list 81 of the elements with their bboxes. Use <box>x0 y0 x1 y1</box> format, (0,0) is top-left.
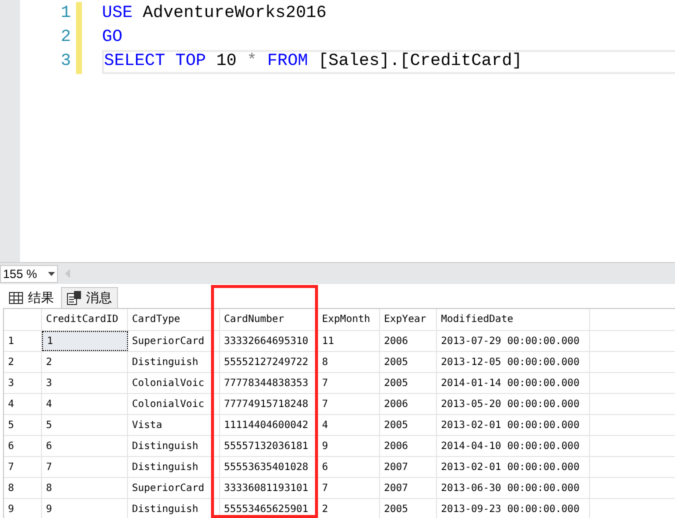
table-cell: 4 <box>318 415 380 435</box>
table-cell: 2005 <box>380 373 437 393</box>
table-cell: 55553635401028 <box>220 457 318 477</box>
column-header[interactable]: ExpYear <box>380 309 437 330</box>
row-number: 9 <box>4 499 42 518</box>
table-cell: 9 <box>318 436 380 456</box>
table-cell: 7 <box>318 394 380 414</box>
table-cell: 55552127249722 <box>220 352 318 372</box>
row-number: 5 <box>4 415 42 435</box>
line-number: 1 <box>60 3 72 26</box>
column-header[interactable]: ModifiedDate <box>437 309 590 330</box>
table-cell: 3 <box>42 373 128 393</box>
code-line: USE AdventureWorks2016 <box>102 3 328 26</box>
table-cell: 11114404600042 <box>220 415 318 435</box>
caret-icon <box>48 272 55 276</box>
change-marker <box>76 2 82 74</box>
table-cell: 9 <box>42 499 128 518</box>
document-icon <box>67 291 81 305</box>
table-cell: 33332664695310 <box>220 331 318 351</box>
column-header[interactable]: CardNumber <box>220 309 318 330</box>
row-number: 4 <box>4 394 42 414</box>
table-cell: 2014-01-14 00:00:00.000 <box>437 373 590 393</box>
column-header[interactable]: CardType <box>128 309 220 330</box>
table-cell: 2013-02-01 00:00:00.000 <box>437 415 590 435</box>
table-cell: 2006 <box>380 436 437 456</box>
row-number: 7 <box>4 457 42 477</box>
table-cell: 8 <box>318 352 380 372</box>
table-cell: 1 <box>42 331 128 351</box>
line-number: 2 <box>60 27 72 50</box>
table-cell: 2007 <box>380 457 437 477</box>
table-cell: SuperiorCard <box>128 478 220 498</box>
table-cell: 2013-02-01 00:00:00.000 <box>437 457 590 477</box>
scroll-left-icon[interactable] <box>65 269 70 278</box>
table-cell: 7 <box>42 457 128 477</box>
zoom-dropdown[interactable]: 155 % <box>0 264 58 282</box>
row-number: 3 <box>4 373 42 393</box>
table-cell: 2013-05-20 00:00:00.000 <box>437 394 590 414</box>
table-cell: 4 <box>42 394 128 414</box>
table-cell: 2013-12-05 00:00:00.000 <box>437 352 590 372</box>
row-number: 6 <box>4 436 42 456</box>
grid-icon <box>9 292 23 304</box>
table-cell: 2007 <box>380 478 437 498</box>
table-cell: 2006 <box>380 331 437 351</box>
table-cell: 2013-06-30 00:00:00.000 <box>437 478 590 498</box>
table-cell: 2005 <box>380 415 437 435</box>
table-cell: 7 <box>318 373 380 393</box>
table-cell: ColonialVoic <box>128 373 220 393</box>
table-cell: 2014-04-10 00:00:00.000 <box>437 436 590 456</box>
table-cell: 6 <box>318 457 380 477</box>
table-cell: 7 <box>318 478 380 498</box>
column-header[interactable]: CreditCardID <box>42 309 128 330</box>
table-cell: 2013-09-23 00:00:00.000 <box>437 499 590 518</box>
table-cell: 2006 <box>380 394 437 414</box>
table-cell: 2 <box>318 499 380 518</box>
column-header[interactable]: ExpMonth <box>318 309 380 330</box>
row-number: 8 <box>4 478 42 498</box>
line-number: 3 <box>60 51 72 74</box>
table-cell: 8 <box>42 478 128 498</box>
table-cell: 11 <box>318 331 380 351</box>
table-cell: Distinguish <box>128 352 220 372</box>
table-cell: Distinguish <box>128 436 220 456</box>
table-cell: 55553465625901 <box>220 499 318 518</box>
table-cell: 2 <box>42 352 128 372</box>
table-cell: 6 <box>42 436 128 456</box>
result-tab[interactable]: 消息 <box>61 287 118 308</box>
table-cell: 77774915718248 <box>220 394 318 414</box>
table-cell: Distinguish <box>128 457 220 477</box>
code-line: GO <box>102 27 124 50</box>
table-cell: SuperiorCard <box>128 331 220 351</box>
table-cell: Distinguish <box>128 499 220 518</box>
code-line: SELECT TOP 10 * FROM [Sales].[CreditCard] <box>102 50 675 74</box>
table-cell: ColonialVoic <box>128 394 220 414</box>
table-cell: 33336081193101 <box>220 478 318 498</box>
table-cell: 77778344838353 <box>220 373 318 393</box>
table-cell: 2005 <box>380 352 437 372</box>
table-cell: 2005 <box>380 499 437 518</box>
table-cell: 5 <box>42 415 128 435</box>
row-number: 2 <box>4 352 42 372</box>
table-cell: 55557132036181 <box>220 436 318 456</box>
table-cell: 2013-07-29 00:00:00.000 <box>437 331 590 351</box>
table-cell: Vista <box>128 415 220 435</box>
